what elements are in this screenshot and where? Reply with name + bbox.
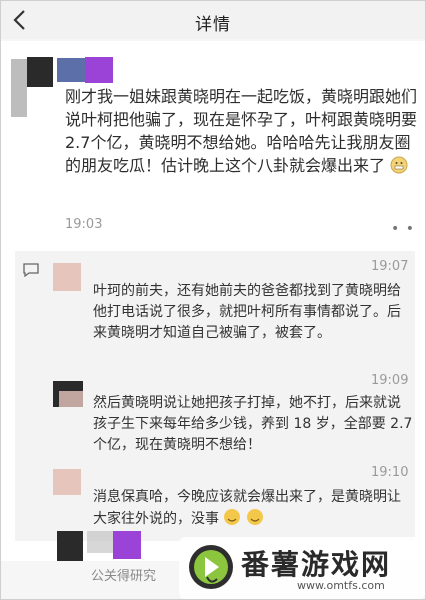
footer-text: 公关得研究	[91, 569, 157, 584]
commenter-avatar-shade	[59, 391, 83, 407]
page-title: 详情	[195, 15, 231, 35]
commenter-avatar[interactable]	[53, 263, 81, 291]
post-text: 刚才我一姐妹跟黄晓明在一起吃饭，黄晓明跟她们说叶柯把他骗了，现在是怀孕了，叶柯跟…	[65, 85, 417, 177]
app-frame: 详情 刚才我一姐妹跟黄晓明在一起吃饭，黄晓明跟她们说叶柯把他骗了，现在是怀孕了，…	[0, 0, 426, 600]
footer-avatar-block-2	[113, 531, 141, 559]
watermark-name: 番薯游戏网	[241, 548, 392, 581]
grimace-emoji-icon	[224, 509, 241, 525]
comment-icon	[23, 263, 39, 277]
watermark-url: www.omtfs.com	[297, 579, 385, 592]
post-time: 19:03	[65, 217, 103, 232]
poster-avatar-block	[27, 57, 53, 87]
watermark: 番薯游戏网 www.omtfs.com	[179, 537, 425, 599]
comment-text: 消息保真哈，今晚应该就会爆出来了，是黄晓明让大家往外说的，没事	[93, 487, 413, 530]
poster-avatar[interactable]	[11, 59, 27, 117]
comment-time: 19:09	[371, 373, 409, 388]
comment-time: 19:10	[371, 465, 409, 480]
watermark-logo-icon	[189, 545, 233, 589]
comment-time: 19:07	[371, 259, 409, 274]
post-body: 刚才我一姐妹跟黄晓明在一起吃饭，黄晓明跟她们说叶柯把他骗了，现在是怀孕了，叶柯跟…	[65, 87, 418, 175]
more-options-icon[interactable]: • •	[391, 221, 415, 237]
top-bar: 详情	[1, 1, 425, 39]
footer-avatar[interactable]	[57, 531, 83, 561]
grimace-emoji-icon	[390, 156, 408, 174]
footer-avatar-block	[87, 531, 113, 553]
poster-name-block[interactable]	[57, 58, 85, 82]
poster-name-block-2	[85, 57, 113, 83]
comment-text: 叶珂的前夫，还有她前夫的爸爸都找到了黄晓明给他打电话说了很多，就把叶柯所有事情都…	[93, 283, 401, 341]
comment-text: 然后黄晓明说让她把孩子打掉，她不打，后来就说孩子生下来每年给多少钱，养到 18 …	[93, 395, 413, 453]
commenter-avatar[interactable]	[53, 469, 81, 495]
grimace-emoji-icon	[246, 509, 263, 525]
